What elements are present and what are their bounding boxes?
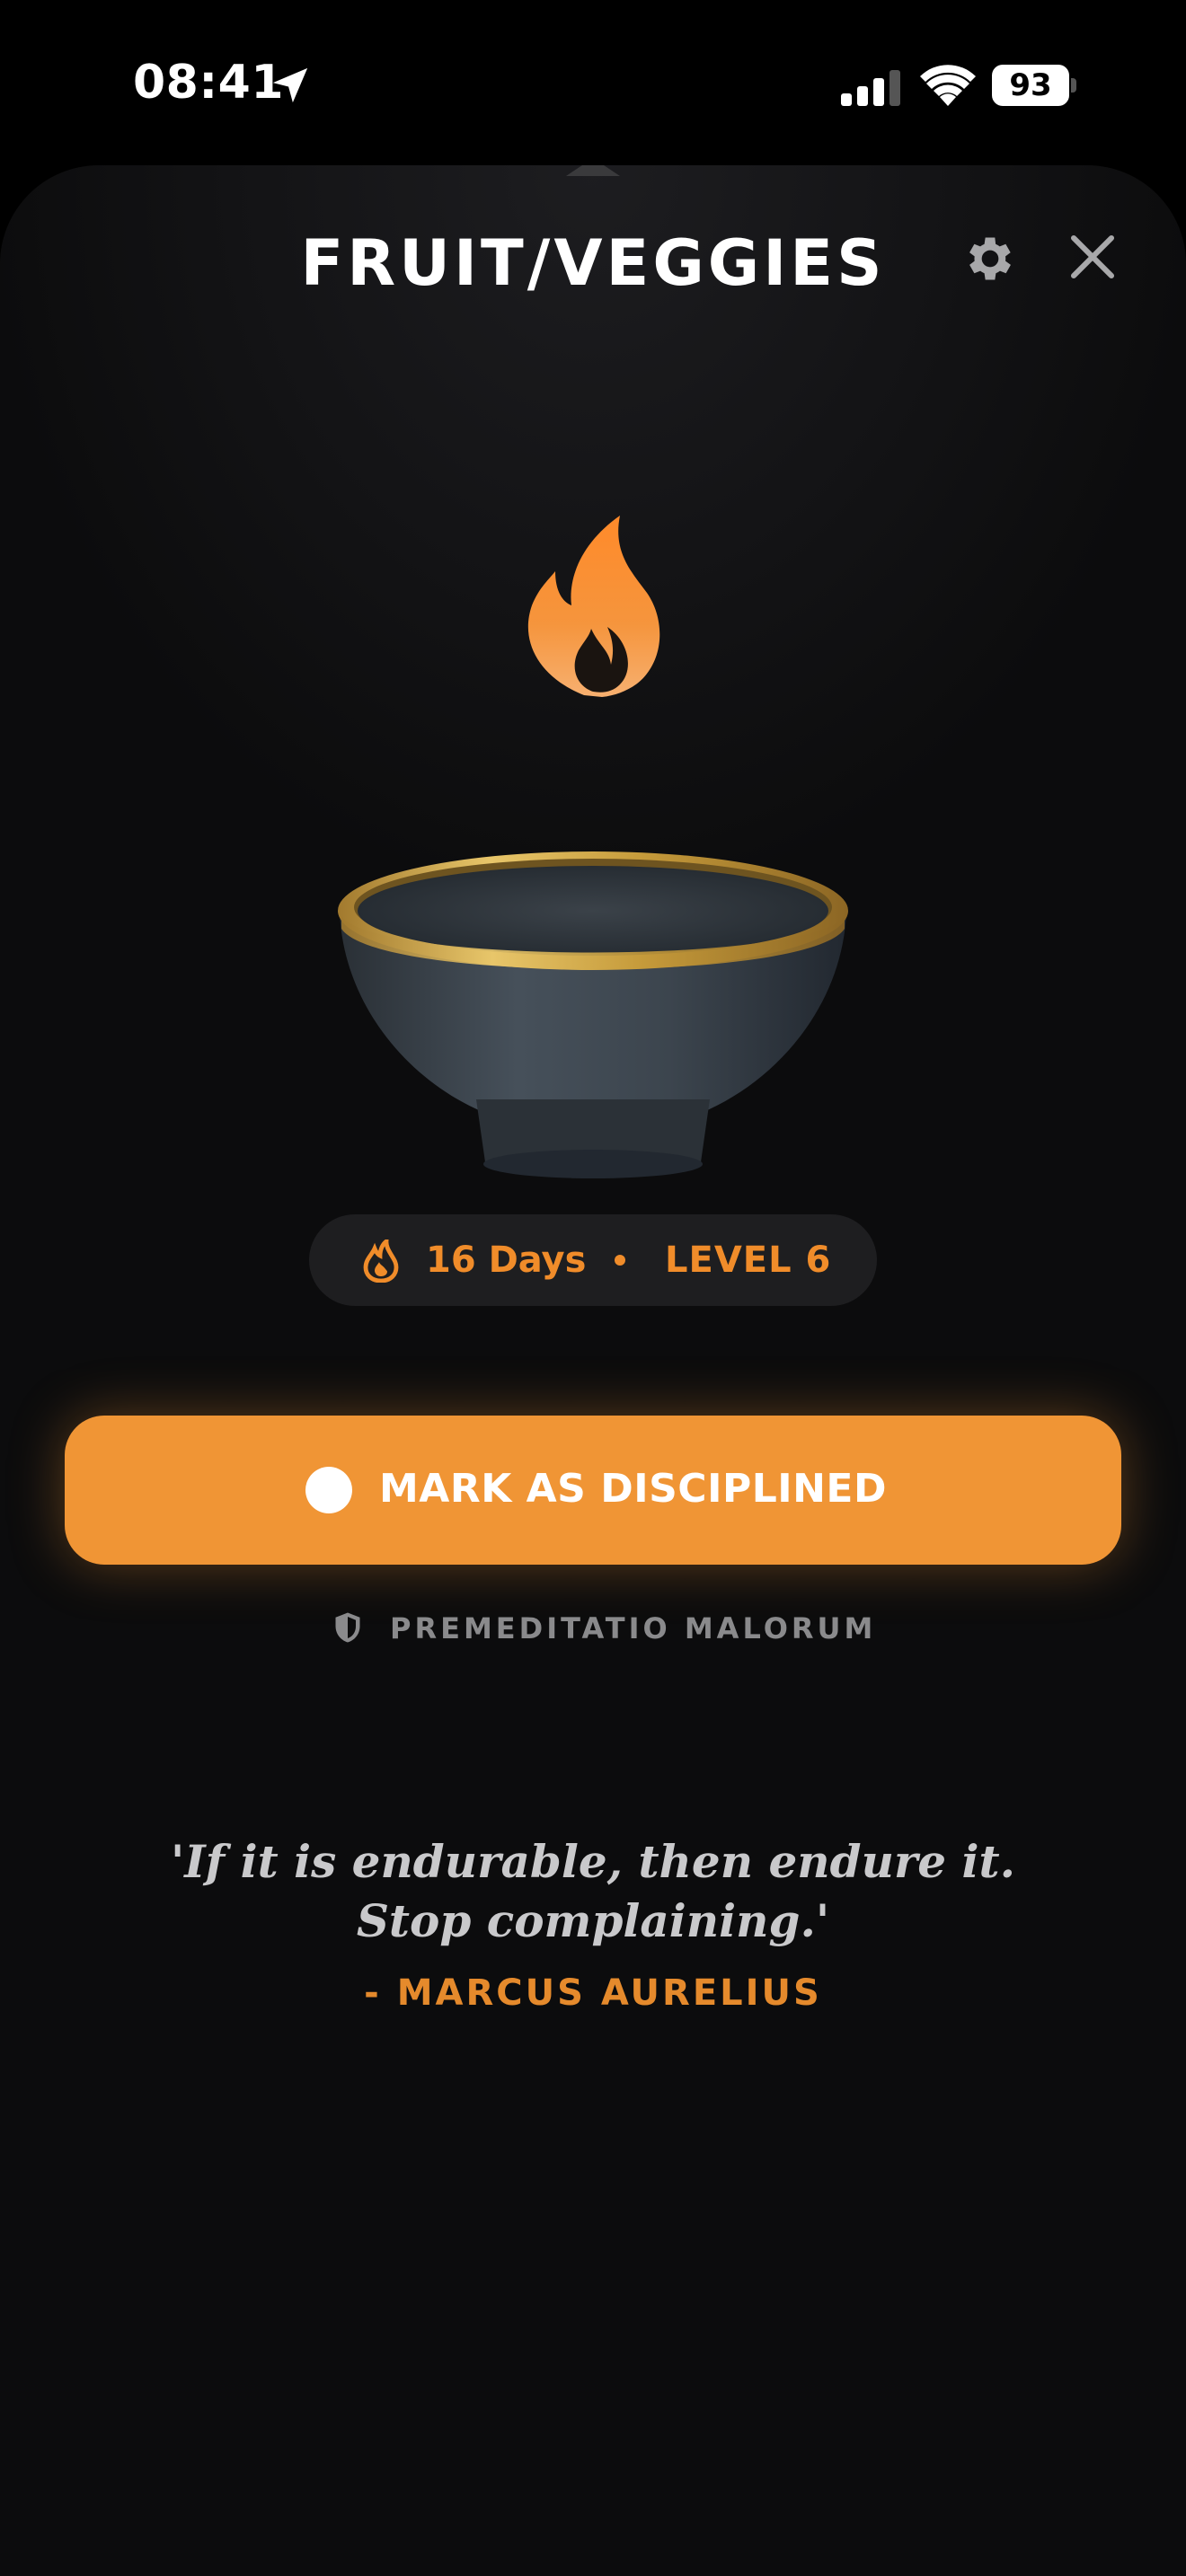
separator-dot: [615, 1255, 625, 1266]
streak-level: LEVEL 6: [665, 1239, 832, 1281]
streak-badge: 16 Days LEVEL 6: [309, 1214, 877, 1306]
practice-label: PREMEDITATIO MALORUM: [0, 1608, 1186, 1647]
bowl-illustration-svg: [338, 516, 848, 1178]
cellular-signal-icon: [841, 70, 900, 106]
status-time: 08:41: [133, 56, 285, 110]
battery-icon: 93: [992, 65, 1076, 106]
practice-text: PREMEDITATIO MALORUM: [390, 1611, 877, 1645]
wifi-icon: [920, 65, 976, 106]
location-arrow-icon: [272, 67, 308, 103]
shield-icon: [335, 1612, 360, 1643]
habit-sheet: FRUIT/VEGGIES 16 Days LEVEL 6: [0, 165, 1186, 2576]
battery-tip: [1071, 78, 1076, 93]
mark-as-disciplined-button[interactable]: MARK AS DISCIPLINED: [65, 1416, 1121, 1565]
close-icon[interactable]: [1067, 232, 1118, 282]
quote-text: 'If it is endurable, then endure it. Sto…: [170, 1835, 1015, 1947]
status-bar: 08:41 93: [0, 0, 1186, 162]
battery-level: 93: [1009, 67, 1052, 103]
quote-author: - MARCUS AURELIUS: [364, 1972, 822, 2014]
flame-icon: [527, 516, 660, 697]
mark-button-label: MARK AS DISCIPLINED: [379, 1466, 887, 1512]
checkbox-circle-icon: [305, 1467, 352, 1513]
bowl-illustration: [323, 516, 863, 1216]
sheet-grabber-icon: [566, 165, 620, 176]
streak-days: 16 Days: [426, 1239, 587, 1281]
flame-icon: [363, 1239, 399, 1283]
gear-icon[interactable]: [961, 230, 1019, 287]
